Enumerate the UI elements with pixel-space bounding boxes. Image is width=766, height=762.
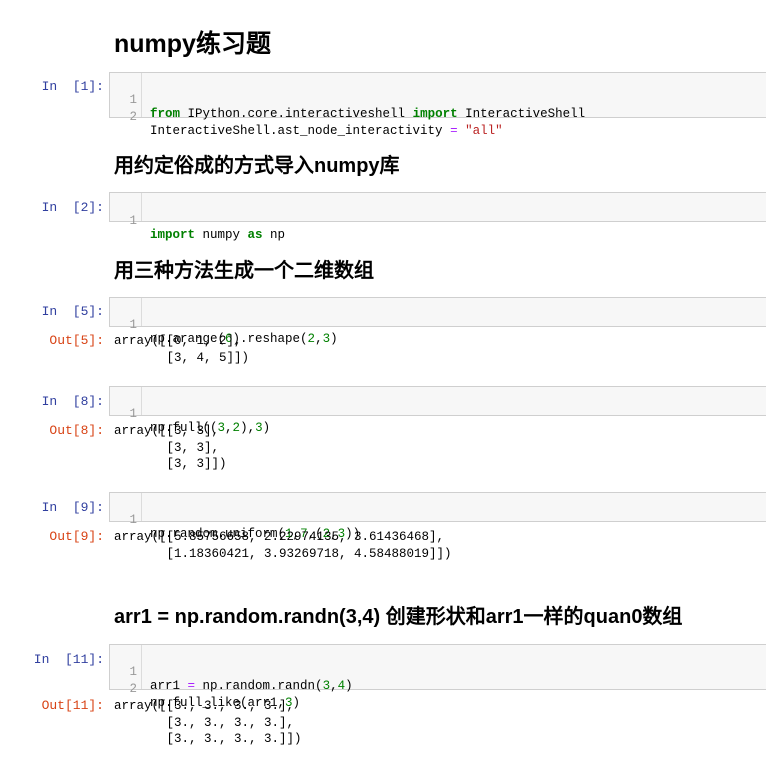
- code-token: InteractiveShell.ast_node_interactivity: [150, 124, 451, 138]
- code-token: ): [262, 421, 271, 435]
- code-line: 2 InteractiveShell.ast_node_interactivit…: [110, 96, 766, 138]
- code-token: as: [247, 228, 263, 242]
- line-number: 1: [129, 214, 137, 228]
- code-line: 1 import numpy as np: [110, 200, 766, 242]
- in-prompt: In [5]:: [41, 304, 104, 319]
- code-token: ): [330, 332, 338, 346]
- code-token: =: [450, 124, 458, 138]
- code-token: ,: [315, 332, 323, 346]
- out-prompt: Out[11]:: [41, 698, 104, 713]
- code-text: InteractiveShell.ast_node_interactivity …: [150, 124, 503, 138]
- code-token: import: [150, 228, 196, 242]
- heading-import-numpy: 用约定俗成的方式导入numpy库: [114, 155, 400, 177]
- in-prompt: In [1]:: [41, 79, 104, 94]
- code-cell[interactable]: 1 np.arange(6).reshape(2,3): [109, 297, 766, 346]
- cell-output: array([[0, 1, 2], [3, 4, 5]]): [114, 334, 250, 365]
- heading-randn-full-like: arr1 = np.random.randn(3,4) 创建形状和arr1一样的…: [114, 606, 683, 628]
- line-number: 1: [129, 318, 137, 332]
- notebook-title: numpy练习题: [114, 30, 271, 58]
- out-prompt: Out[9]:: [49, 529, 104, 544]
- code-token: 2: [232, 421, 241, 435]
- code-token: 2: [307, 332, 316, 346]
- code-token: 3: [322, 332, 331, 346]
- line-number: 1: [129, 407, 137, 421]
- in-prompt: In [2]:: [41, 200, 104, 215]
- cell-output: array([[3, 3], [3, 3], [3, 3]]): [114, 424, 227, 471]
- heading-create-2d-array: 用三种方法生成一个二维数组: [114, 260, 374, 282]
- code-line: 1 from IPython.core.interactiveshell imp…: [110, 79, 766, 121]
- code-cell[interactable]: 1 arr1 = np.random.randn(3,4) 2 np.full_…: [109, 644, 766, 710]
- cell-output: array([[5.85756658, 2.22974135, 3.614364…: [114, 530, 452, 561]
- code-token: numpy: [195, 228, 248, 242]
- code-text: import numpy as np: [150, 228, 285, 242]
- code-cell[interactable]: 1 np.full((3,2),3): [109, 386, 766, 435]
- code-cell[interactable]: 1 from IPython.core.interactiveshell imp…: [109, 72, 766, 138]
- line-number: 1: [129, 513, 137, 527]
- code-line: 1 np.arange(6).reshape(2,3): [110, 304, 766, 346]
- code-line: 1 np.random.uniform(1,7,(2,3)): [110, 499, 766, 541]
- in-prompt: In [11]:: [33, 652, 104, 667]
- code-token: ),: [240, 421, 256, 435]
- code-line: 1 np.full((3,2),3): [110, 393, 766, 435]
- code-cell[interactable]: 1 import numpy as np: [109, 192, 766, 242]
- code-token: "all": [465, 124, 503, 138]
- code-token: np: [262, 228, 286, 242]
- out-prompt: Out[8]:: [49, 423, 104, 438]
- out-prompt: Out[5]:: [49, 333, 104, 348]
- in-prompt: In [9]:: [41, 500, 104, 515]
- cell-output: array([[3., 3., 3., 3.], [3., 3., 3., 3.…: [114, 699, 302, 746]
- in-prompt: In [8]:: [41, 394, 104, 409]
- code-line: 2 np.full_like(arr1,3): [110, 668, 766, 710]
- code-cell[interactable]: 1 np.random.uniform(1,7,(2,3)): [109, 492, 766, 541]
- code-token: 3: [255, 421, 263, 435]
- code-line: 1 arr1 = np.random.randn(3,4): [110, 651, 766, 693]
- line-number: 2: [129, 682, 137, 696]
- line-number: 2: [129, 110, 137, 124]
